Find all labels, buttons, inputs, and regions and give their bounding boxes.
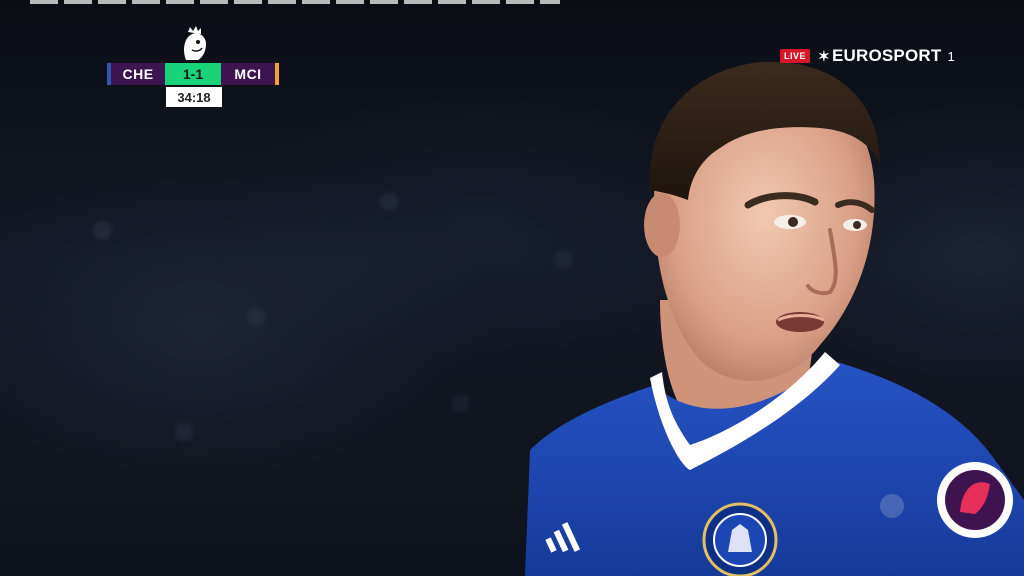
eurosport-logo: ✶ EUROSPORT 1 (818, 46, 955, 66)
away-team-color-bar (275, 63, 279, 85)
chelsea-crest-icon (702, 502, 778, 576)
broadcaster-channel: 1 (947, 48, 955, 64)
home-team-label: CHE (111, 63, 165, 85)
broadcaster-logo: LIVE ✶ EUROSPORT 1 (780, 46, 955, 66)
match-score: 1-1 (165, 63, 221, 85)
premier-league-badge-icon (937, 462, 1013, 538)
broadcaster-name: EUROSPORT (831, 46, 942, 65)
match-clock: 34:18 (166, 87, 222, 107)
player-figure (525, 61, 1024, 576)
away-team-label: MCI (221, 63, 275, 85)
eurosport-star-icon: ✶ (818, 47, 830, 64)
premier-league-lion-icon (184, 26, 206, 60)
live-badge: LIVE (780, 49, 811, 63)
premier-league-watermark-icon (880, 494, 904, 518)
scoreboard: CHE 1-1 MCI (107, 63, 279, 85)
